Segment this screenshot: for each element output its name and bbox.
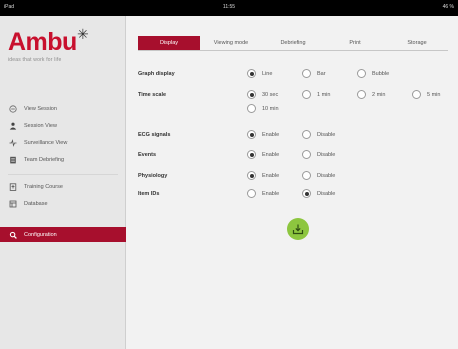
view-session-icon xyxy=(9,105,17,113)
graph-display-label: Graph display xyxy=(138,71,175,77)
radio-label: Bubble xyxy=(372,70,390,77)
sidebar-item-session-view[interactable]: Session View xyxy=(0,119,126,133)
tab-display[interactable]: Display xyxy=(138,36,200,50)
item-ids-label: Item IDs xyxy=(138,191,160,197)
sidebar-divider xyxy=(8,174,118,175)
time-scale-2min-radio[interactable]: 2 min xyxy=(357,90,385,99)
events-label: Events xyxy=(138,152,157,158)
sidebar-item-surveillance-view[interactable]: Surveillance View xyxy=(0,136,126,150)
ecg-signals-label: ECG signals xyxy=(138,132,171,138)
surveillance-icon xyxy=(9,139,17,147)
sidebar-item-team-debriefing[interactable]: Team Debriefing xyxy=(0,153,126,167)
time-scale-label: Time scale xyxy=(138,92,167,98)
sidebar-item-label: Training Course xyxy=(24,184,63,190)
sidebar-item-database[interactable]: Database xyxy=(0,197,126,211)
radio-label: Enable xyxy=(262,151,280,158)
events-enable-radio[interactable]: Enable xyxy=(247,150,279,159)
ecg-disable-radio[interactable]: Disable xyxy=(302,130,335,139)
graph-display-bubble-radio[interactable]: Bubble xyxy=(357,69,389,78)
radio-circle xyxy=(302,189,311,198)
radio-circle xyxy=(247,150,256,159)
logo-brand: Ambu xyxy=(8,28,77,56)
radio-label: Disable xyxy=(317,131,336,138)
graph-display-bar-radio[interactable]: Bar xyxy=(302,69,326,78)
radio-label: Disable xyxy=(317,172,336,179)
save-download-icon xyxy=(292,224,304,235)
radio-circle xyxy=(302,90,311,99)
battery-level: 46 % xyxy=(442,4,454,10)
session-view-icon xyxy=(9,122,17,130)
ambu-logo: Ambu ✳ ideas that work for life xyxy=(8,27,89,63)
sidebar-item-label: Session View xyxy=(24,123,57,129)
events-disable-radio[interactable]: Disable xyxy=(302,150,335,159)
radio-label: Disable xyxy=(317,190,336,197)
physiology-label: Physiology xyxy=(138,173,168,179)
radio-circle xyxy=(412,90,421,99)
ecg-enable-radio[interactable]: Enable xyxy=(247,130,279,139)
radio-label: 5 min xyxy=(427,91,441,98)
radio-circle xyxy=(247,171,256,180)
radio-circle xyxy=(302,150,311,159)
time-scale-30sec-radio[interactable]: 30 sec xyxy=(247,90,278,99)
physiology-disable-radio[interactable]: Disable xyxy=(302,171,335,180)
radio-label: Enable xyxy=(262,172,280,179)
radio-label: Enable xyxy=(262,190,280,197)
sidebar-item-training-course[interactable]: Training Course xyxy=(0,180,126,194)
time-scale-10min-radio[interactable]: 10 min xyxy=(247,104,279,113)
database-icon xyxy=(9,200,17,208)
clock: 11:55 xyxy=(222,4,236,10)
radio-circle xyxy=(302,130,311,139)
radio-circle xyxy=(247,189,256,198)
training-course-icon xyxy=(9,183,17,191)
radio-label: Disable xyxy=(317,151,336,158)
radio-circle xyxy=(247,130,256,139)
sidebar-item-label: Surveillance View xyxy=(24,140,68,146)
status-bar: iPad 11:55 46 % xyxy=(0,0,458,16)
time-scale-5min-radio[interactable]: 5 min xyxy=(412,90,440,99)
radio-circle xyxy=(302,171,311,180)
logo-tagline: ideas that work for life xyxy=(8,57,62,63)
time-scale-1min-radio[interactable]: 1 min xyxy=(302,90,330,99)
sidebar-item-label: Team Debriefing xyxy=(24,157,65,163)
sidebar-item-label: Database xyxy=(24,201,48,207)
radio-label: 30 sec xyxy=(262,91,279,98)
settings-tabs: Display Viewing mode Debriefing Print St… xyxy=(138,36,448,51)
radio-circle xyxy=(357,69,366,78)
sidebar: Ambu ✳ ideas that work for life View Ses… xyxy=(0,16,126,349)
graph-display-line-radio[interactable]: Line xyxy=(247,69,272,78)
save-button[interactable] xyxy=(287,218,309,240)
radio-label: 2 min xyxy=(372,91,386,98)
radio-circle xyxy=(357,90,366,99)
star-icon: ✳ xyxy=(77,26,89,42)
radio-label: 10 min xyxy=(262,105,279,112)
debriefing-icon xyxy=(9,156,17,164)
radio-label: Bar xyxy=(317,70,326,77)
radio-circle xyxy=(247,104,256,113)
sidebar-item-label: View Session xyxy=(24,106,57,112)
tab-viewing-mode[interactable]: Viewing mode xyxy=(200,36,262,50)
tab-storage[interactable]: Storage xyxy=(386,36,448,50)
radio-label: Line xyxy=(262,70,273,77)
sidebar-item-view-session[interactable]: View Session xyxy=(0,102,126,116)
sidebar-item-label: Configuration xyxy=(24,231,57,238)
item-ids-enable-radio[interactable]: Enable xyxy=(247,189,279,198)
radio-circle xyxy=(247,69,256,78)
radio-circle xyxy=(302,69,311,78)
radio-circle xyxy=(247,90,256,99)
radio-label: Enable xyxy=(262,131,280,138)
sidebar-item-configuration[interactable]: Configuration xyxy=(0,227,126,242)
tab-print[interactable]: Print xyxy=(324,36,386,50)
configuration-icon xyxy=(9,231,17,239)
item-ids-disable-radio[interactable]: Disable xyxy=(302,189,335,198)
radio-label: 1 min xyxy=(317,91,331,98)
physiology-enable-radio[interactable]: Enable xyxy=(247,171,279,180)
tab-debriefing[interactable]: Debriefing xyxy=(262,36,324,50)
